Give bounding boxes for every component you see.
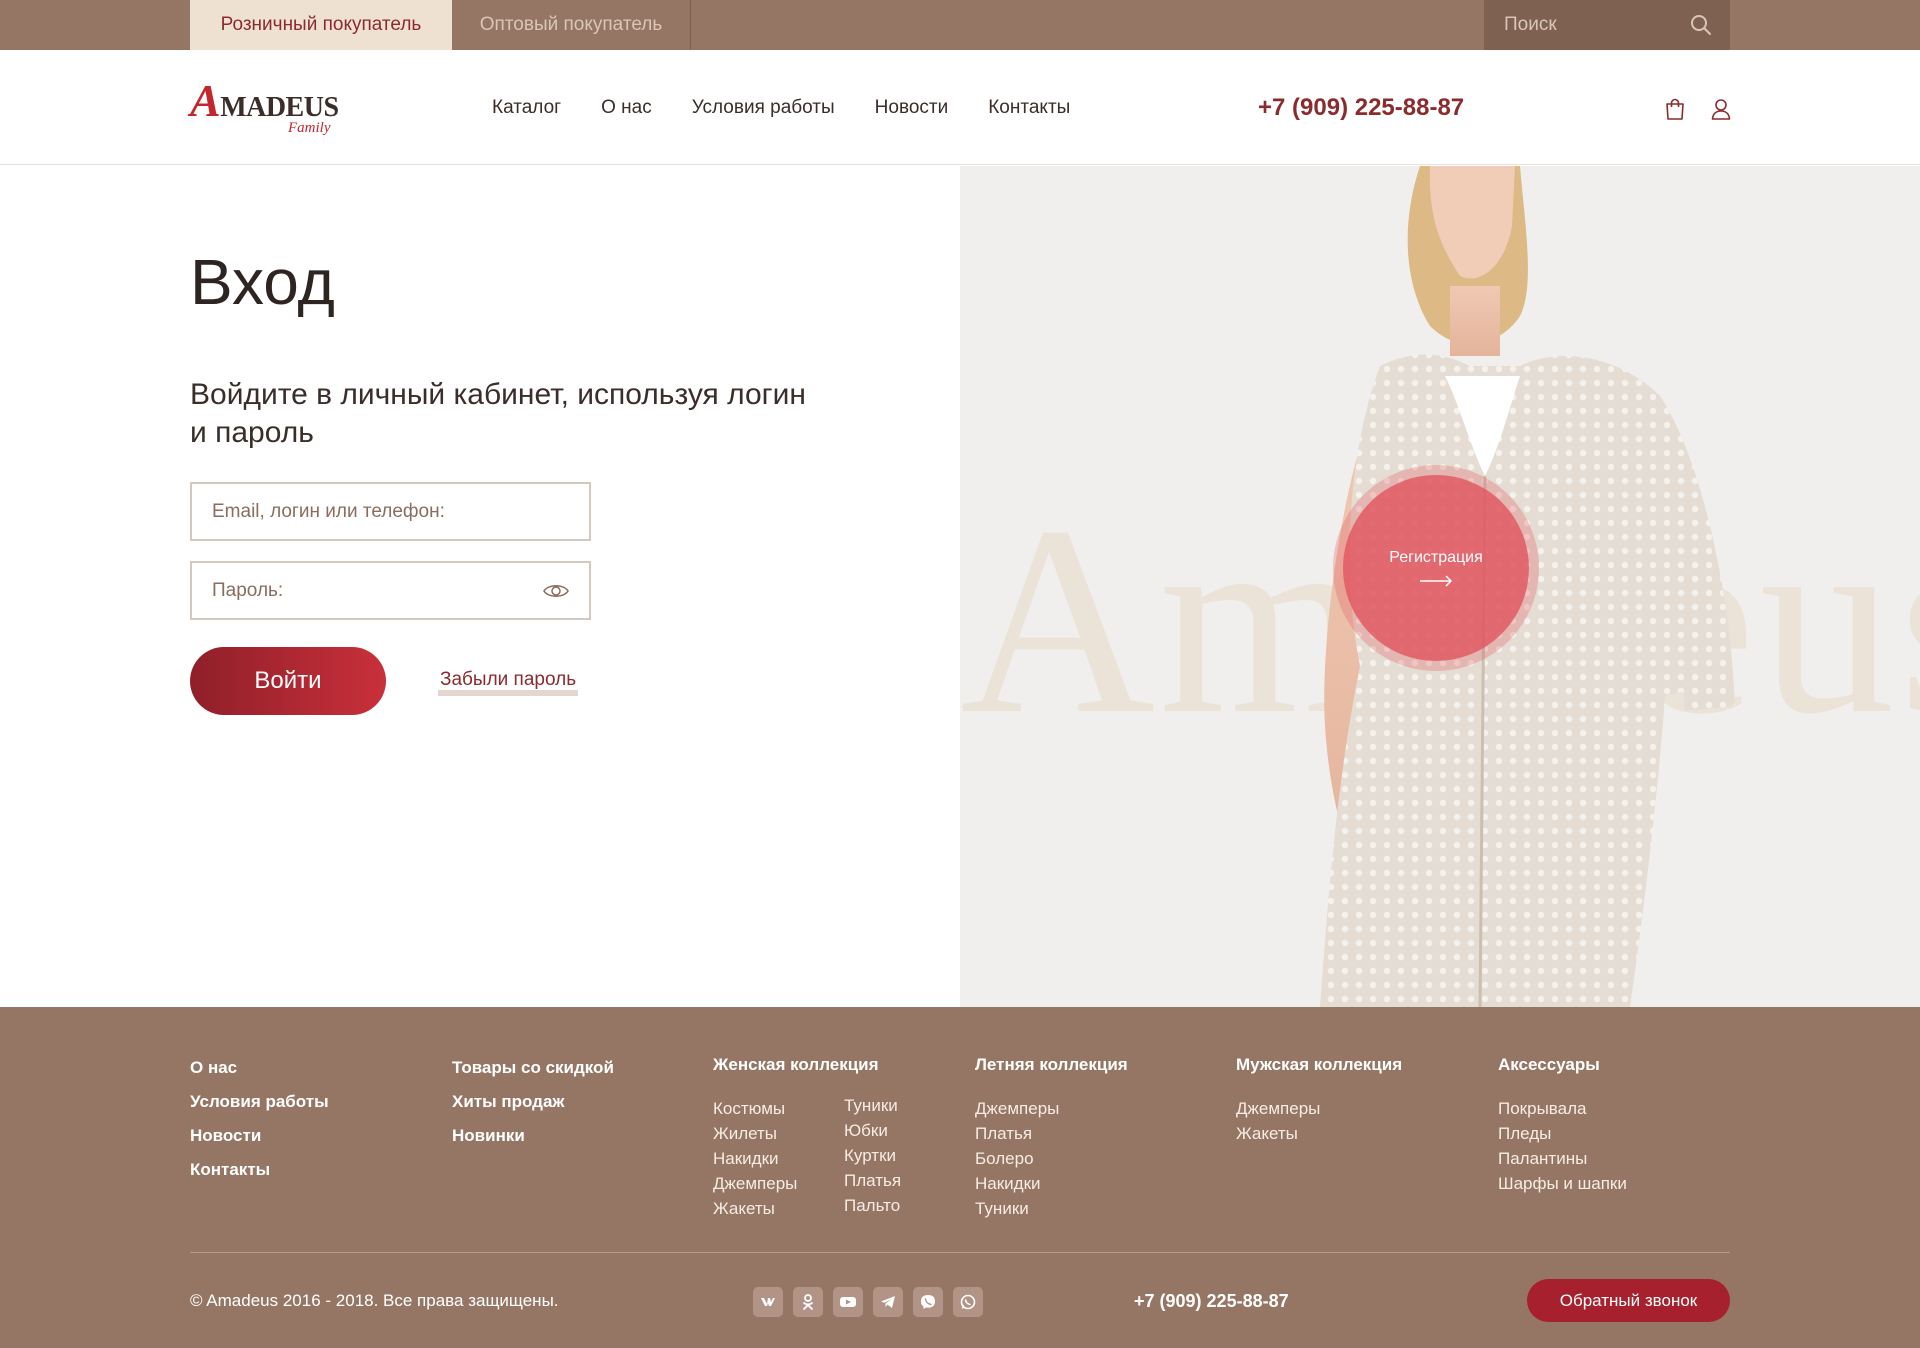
footer-link-news[interactable]: Новости [190,1119,329,1153]
footer-accessories-item[interactable]: Покрывала [1498,1096,1627,1121]
copyright: © Amadeus 2016 - 2018. Все права защищен… [190,1291,559,1310]
footer-col-summer: Летняя коллекция Джемперы Платья Болеро … [975,1055,1128,1221]
login-button[interactable]: Войти [190,647,386,715]
page-title: Вход [190,246,335,318]
nav-contacts[interactable]: Контакты [988,97,1070,119]
cart-icon[interactable] [1665,98,1685,120]
footer-col-accessories: Аксессуары Покрывала Пледы Палантины Шар… [1498,1055,1627,1196]
vk-icon[interactable] [753,1287,783,1317]
nav-about[interactable]: О нас [601,97,652,119]
viber-icon[interactable] [913,1287,943,1317]
site-header: AMADEUS Family Каталог О нас Условия раб… [0,50,1920,165]
whatsapp-icon[interactable] [953,1287,983,1317]
footer-phone[interactable]: +7 (909) 225-88-87 [1134,1291,1289,1312]
top-bar: Розничный покупатель Оптовый покупатель [0,0,1920,50]
footer-summer-item[interactable]: Платья [975,1121,1128,1146]
footer-men-title[interactable]: Мужская коллекция [1236,1055,1402,1075]
footer-summer-item[interactable]: Джемперы [975,1096,1128,1121]
footer-women-item[interactable]: Платья [844,1168,901,1193]
password-field-wrap [190,561,591,620]
footer-divider [190,1252,1730,1253]
footer-accessories-item[interactable]: Пледы [1498,1121,1627,1146]
footer-link-sale[interactable]: Товары со скидкой [452,1051,614,1085]
logo-wordmark: AMADEUS [190,78,339,124]
footer-women-title[interactable]: Женская коллекция [713,1055,879,1075]
email-field-wrap [190,482,591,541]
logo[interactable]: AMADEUS Family [190,78,350,144]
logo-subtitle: Family [288,120,331,136]
footer-col-men: Мужская коллекция Джемперы Жакеты [1236,1055,1402,1146]
header-phone[interactable]: +7 (909) 225-88-87 [1258,50,1464,165]
footer-link-contacts[interactable]: Контакты [190,1153,329,1187]
footer-accessories-item[interactable]: Палантины [1498,1146,1627,1171]
arrow-right-icon [1420,575,1453,587]
odnoklassniki-icon[interactable] [793,1287,823,1317]
search-input[interactable] [1504,14,1694,36]
tab-wholesale-buyer[interactable]: Оптовый покупатель [452,0,691,50]
footer-col-women-2: Туники Юбки Куртки Платья Пальто [844,1093,901,1218]
footer-accessories-list: Покрывала Пледы Палантины Шарфы и шапки [1498,1096,1627,1196]
footer-women-item[interactable]: Туники [844,1093,901,1118]
main-nav: Каталог О нас Условия работы Новости Кон… [492,50,1110,165]
forgot-password-link[interactable]: Забыли пароль [438,670,579,696]
footer-col-promo: Товары со скидкой Хиты продаж Новинки [452,1051,614,1153]
footer-women-item[interactable]: Куртки [844,1143,901,1168]
register-button[interactable]: Регистрация [1343,475,1529,661]
footer-accessories-item[interactable]: Шарфы и шапки [1498,1171,1627,1196]
footer-summer-item[interactable]: Туники [975,1196,1128,1221]
eye-icon[interactable] [543,581,569,601]
footer-link-about[interactable]: О нас [190,1051,329,1085]
social-links [753,1287,993,1317]
footer-summer-item[interactable]: Болеро [975,1146,1128,1171]
footer-link-terms[interactable]: Условия работы [190,1085,329,1119]
search-icon[interactable] [1690,14,1712,36]
site-footer: О нас Условия работы Новости Контакты То… [0,1007,1920,1348]
footer-accessories-title[interactable]: Аксессуары [1498,1055,1627,1075]
password-field[interactable] [212,579,532,602]
footer-men-item[interactable]: Жакеты [1236,1121,1402,1146]
login-subtitle: Войдите в личный кабинет, используя логи… [190,378,806,449]
footer-summer-item[interactable]: Накидки [975,1171,1128,1196]
footer-link-hits[interactable]: Хиты продаж [452,1085,614,1119]
register-label: Регистрация [1389,549,1483,566]
telegram-icon[interactable] [873,1287,903,1317]
footer-men-item[interactable]: Джемперы [1236,1096,1402,1121]
search-box [1484,0,1730,50]
nav-terms[interactable]: Условия работы [692,97,835,119]
tab-retail-buyer[interactable]: Розничный покупатель [190,0,452,50]
user-icon[interactable] [1711,98,1731,120]
nav-news[interactable]: Новости [875,97,949,119]
youtube-icon[interactable] [833,1287,863,1317]
nav-catalog[interactable]: Каталог [492,97,561,119]
footer-col-info: О нас Условия работы Новости Контакты [190,1051,329,1187]
email-field[interactable] [212,500,532,523]
footer-summer-title[interactable]: Летняя коллекция [975,1055,1128,1075]
logo-letter: A [190,75,221,126]
logo-text: MADEUS [220,92,339,123]
callback-button[interactable]: Обратный звонок [1527,1279,1730,1322]
footer-link-new[interactable]: Новинки [452,1119,614,1153]
footer-women-item[interactable]: Пальто [844,1193,901,1218]
footer-women-item[interactable]: Юбки [844,1118,901,1143]
